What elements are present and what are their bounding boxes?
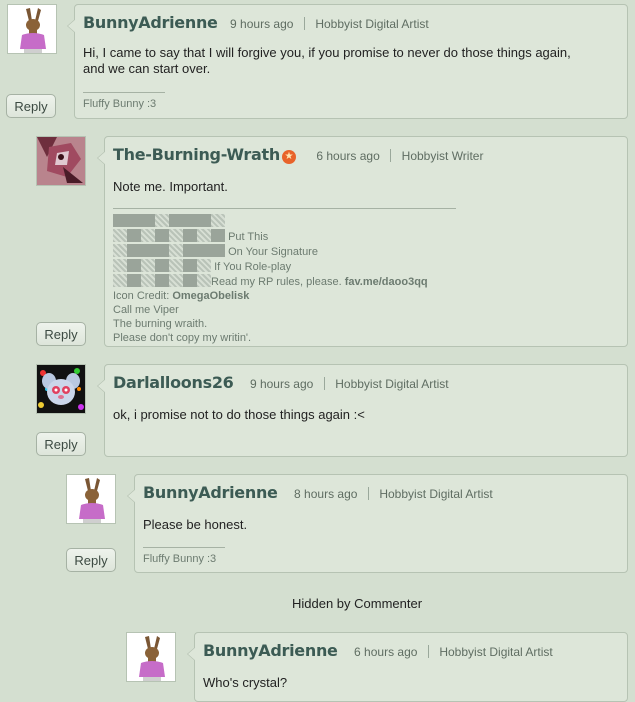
bunny-avatar-icon (127, 633, 175, 681)
user-role: Hobbyist Digital Artist (439, 645, 553, 659)
avatar-darlalloons26[interactable] (36, 364, 86, 414)
reply-button[interactable]: Reply (66, 548, 116, 572)
username-link[interactable]: The-Burning-Wrath (113, 145, 280, 164)
hidden-comment-note: Hidden by Commenter (292, 596, 423, 611)
avatar-the-burning-wrath[interactable] (36, 136, 86, 186)
comment-text: Note me. Important. (113, 179, 228, 194)
username-link[interactable]: BunnyAdrienne (143, 483, 278, 502)
comment-text: Hi, I came to say that I will forgive yo… (83, 45, 571, 77)
timestamp[interactable]: 9 hours ago (250, 377, 313, 391)
wrath-avatar-icon (37, 137, 85, 185)
signature-divider (143, 547, 225, 548)
comment-box: The-Burning-Wrath ★ 6 hours ago Hobbyist … (97, 136, 628, 347)
signature-text: Icon Credit: (113, 290, 173, 302)
comment-line: and we can start over. (83, 61, 211, 76)
reply-button[interactable]: Reply (36, 322, 86, 346)
signature-line: Read my RP rules, please. (211, 276, 345, 288)
username-link[interactable]: Darlalloons26 (113, 373, 234, 392)
divider (303, 17, 305, 30)
watcher-badge-icon: ★ (281, 150, 296, 164)
divider (427, 645, 429, 658)
comment-text: Please be honest. (143, 517, 248, 532)
timestamp[interactable]: 9 hours ago (230, 17, 293, 31)
signature: Put This On Your Signature If You Role-p… (113, 214, 428, 345)
darlalloons-avatar-icon (37, 365, 85, 413)
comment-box: BunnyAdrienne 6 hours ago Hobbyist Digit… (187, 632, 628, 702)
timestamp[interactable]: 6 hours ago (354, 645, 417, 659)
comment-box: BunnyAdrienne 8 hours ago Hobbyist Digit… (127, 474, 628, 573)
rules-link[interactable]: fav.me/daoo3qq (345, 276, 428, 288)
timestamp[interactable]: 8 hours ago (294, 487, 357, 501)
signature-line: Icon Credit: OmegaObelisk (113, 289, 428, 303)
bunny-avatar-icon (67, 475, 115, 523)
reply-button[interactable]: Reply (36, 432, 86, 456)
comment-line: Hi, I came to say that I will forgive yo… (83, 45, 571, 60)
avatar-bunnyadrienne[interactable] (66, 474, 116, 524)
signature-divider (113, 208, 456, 209)
username-link[interactable]: BunnyAdrienne (203, 641, 338, 660)
avatar-bunnyadrienne[interactable] (7, 4, 57, 54)
signature-art-row: On Your Signature (113, 244, 428, 259)
user-role: Hobbyist Writer (401, 149, 484, 163)
divider (390, 149, 392, 162)
username-link[interactable]: BunnyAdrienne (83, 13, 218, 32)
signature-line: Call me Viper (113, 304, 179, 316)
signature-line: Please don't copy my writin'. (113, 332, 252, 344)
divider (323, 377, 325, 390)
signature-art-row: If You Role-play (113, 259, 428, 274)
user-role: Hobbyist Digital Artist (315, 17, 429, 31)
icon-credit-link[interactable]: OmegaObelisk (172, 290, 249, 302)
signature: Fluffy Bunny :3 (143, 553, 217, 565)
user-role: Hobbyist Digital Artist (379, 487, 493, 501)
comment-box: BunnyAdrienne 9 hours ago Hobbyist Digit… (67, 4, 628, 119)
signature-art-row (113, 214, 428, 229)
signature-line: If You Role-play (214, 261, 292, 273)
avatar-bunnyadrienne[interactable] (126, 632, 176, 682)
signature-art-row: Put This (113, 229, 428, 244)
signature: Fluffy Bunny :3 (83, 98, 157, 110)
signature-line: The burning wraith. (113, 318, 208, 330)
signature-line: Put This (228, 231, 269, 243)
signature-divider (83, 92, 165, 93)
signature-line: On Your Signature (228, 246, 318, 258)
user-role: Hobbyist Digital Artist (335, 377, 449, 391)
comment-text: ok, i promise not to do those things aga… (113, 407, 365, 422)
reply-button[interactable]: Reply (6, 94, 56, 118)
comment-box: Darlalloons26 9 hours ago Hobbyist Digit… (97, 364, 628, 457)
bunny-avatar-icon (8, 5, 56, 53)
timestamp[interactable]: 6 hours ago (316, 149, 379, 163)
divider (367, 487, 369, 500)
signature-art-row: Read my RP rules, please. fav.me/daoo3qq (113, 274, 428, 289)
comment-text: Who's crystal? (203, 675, 288, 690)
